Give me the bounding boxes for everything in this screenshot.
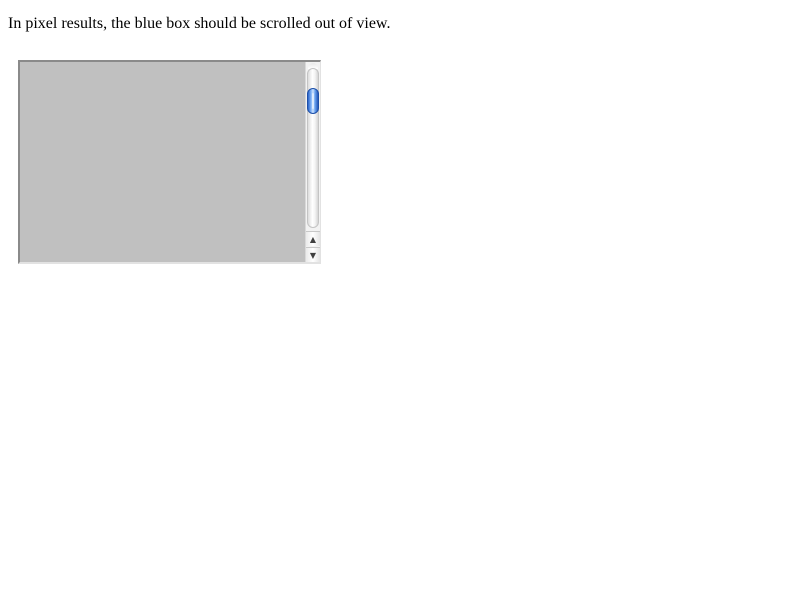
instruction-text: In pixel results, the blue box should be…: [8, 15, 391, 32]
scrollbar-thumb[interactable]: [307, 88, 319, 115]
scrollable-box[interactable]: ▲ ▼: [18, 60, 321, 264]
vertical-scrollbar[interactable]: ▲ ▼: [305, 62, 320, 262]
scroll-down-arrow-icon[interactable]: ▼: [306, 247, 320, 262]
scroll-content-area: [20, 62, 305, 262]
scroll-up-arrow-icon[interactable]: ▲: [306, 231, 320, 246]
